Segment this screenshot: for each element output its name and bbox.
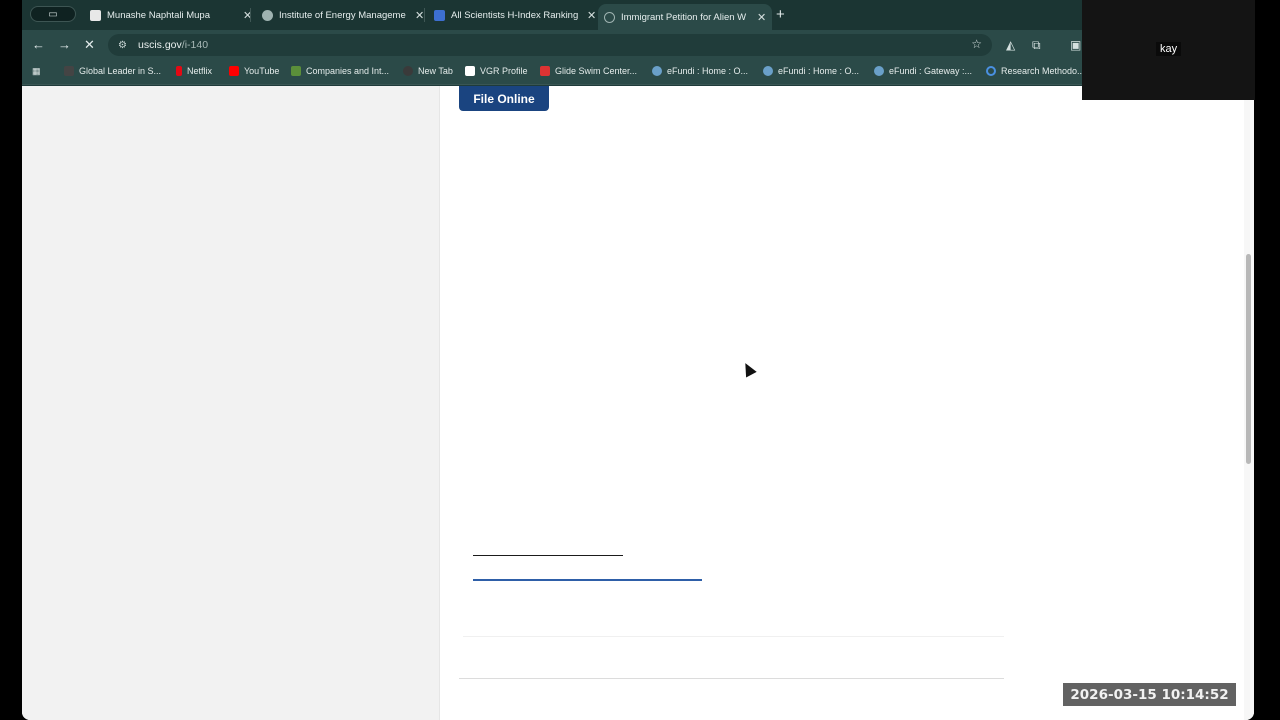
bookmark-label: eFundi : Home : O... [667,66,749,76]
bookmark-label: Companies and Int... [306,66,390,76]
divider [463,636,1004,637]
bookmark-favicon-icon [652,66,662,76]
scrollbar-thumb[interactable] [1246,254,1251,464]
tab-title: Munashe Naphtali Mupa [107,9,210,21]
bookmark-favicon-icon [465,66,475,76]
site-info-icon[interactable]: ⚙ [118,40,132,51]
file-online-button[interactable]: File Online [459,86,549,111]
tab-close-icon[interactable]: ✕ [757,11,766,24]
tab-globe-icon [262,9,273,21]
bookmark-label: New Tab [418,66,453,76]
puzzle-icon[interactable]: ⧉ [1032,38,1046,52]
bookmark-7[interactable]: eFundi : Home : O... [652,66,748,76]
tab-title: Immigrant Petition for Alien W [621,11,747,23]
tab-favicon-icon [434,9,445,21]
netflix-icon [176,66,182,76]
tab-favicon-icon [90,9,101,21]
bookmark-1[interactable]: Netflix [176,66,212,76]
bookmark-label: Research Methodo... [1001,66,1085,76]
bookmark-favicon-icon [874,66,884,76]
bookmark-label: Glide Swim Center... [555,66,638,76]
bookmark-4[interactable]: New Tab [403,66,453,76]
bookmark-label: eFundi : Gateway :... [889,66,973,76]
bookmark-2[interactable]: YouTube [229,66,279,76]
tab-divider [424,8,425,22]
plus-icon: + [776,6,785,23]
tab-0[interactable]: Munashe Naphtali Mupa ✕ [84,4,258,26]
bookmark-favicon-icon [291,66,301,76]
bookmark-favicon-icon [64,66,74,76]
bookmark-6[interactable]: Glide Swim Center... [540,66,637,76]
bookmark-favicon-icon [763,66,773,76]
bookmark-label: Global Leader in S... [79,66,162,76]
apps-grid-icon[interactable]: ▦ [32,66,41,77]
close-icon: ✕ [84,37,95,52]
arrow-left-icon: ← [32,37,45,52]
bookmark-10[interactable]: Research Methodo... [986,66,1085,76]
tab-close-icon[interactable]: ✕ [415,9,424,22]
recording-timestamp: 2026-03-15 10:14:52 [1063,683,1236,706]
tab-3-active[interactable]: Immigrant Petition for Alien W ✕ [598,4,773,30]
left-sidebar [22,86,440,720]
bookmark-label: eFundi : Home : O... [778,66,860,76]
bookmark-9[interactable]: eFundi : Gateway :... [874,66,972,76]
bookmark-favicon-icon [540,66,550,76]
stop-button[interactable]: ✕ [84,37,95,53]
tab-divider [250,8,251,22]
bookmark-label: VGR Profile [480,66,528,76]
bookmark-0[interactable]: Global Leader in S... [64,66,161,76]
bookmark-favicon-icon [986,66,996,76]
tab-strip: ▭ Munashe Naphtali Mupa ✕ Institute of E… [22,0,1254,30]
link-underline[interactable] [473,555,623,556]
new-tab-button[interactable]: + [776,6,785,23]
tab-search-button[interactable]: ▭ [30,6,76,22]
bookmark-5[interactable]: VGR Profile [465,66,528,76]
arrow-right-icon: → [58,37,71,52]
bookmark-star-icon[interactable]: ☆ [971,37,982,51]
address-bar[interactable]: ⚙ uscis.gov/i-140 ☆ [108,34,992,56]
url-path: /i-140 [181,39,209,51]
extension-icon[interactable]: ◭ [1006,38,1020,52]
page-content: File Online [22,86,1254,720]
screen: ▭ Munashe Naphtali Mupa ✕ Institute of E… [0,0,1280,720]
tab-title: All Scientists H-Index Ranking [451,9,579,21]
divider [459,678,1004,679]
bookmark-3[interactable]: Companies and Int... [291,66,389,76]
bookmark-label: YouTube [244,66,280,76]
youtube-icon [229,66,239,76]
tab-search-icon: ▭ [48,8,58,20]
bookmark-label: Netflix [187,66,213,76]
browser-window: ▭ Munashe Naphtali Mupa ✕ Institute of E… [22,0,1254,720]
tab-loading-icon [604,11,615,23]
tab-2[interactable]: All Scientists H-Index Ranking ✕ [428,4,602,26]
tab-title: Institute of Energy Manageme [279,9,406,21]
bookmarks-bar: ▦ Global Leader in S... Netflix YouTube … [22,60,1254,85]
link-underline[interactable] [473,579,702,581]
address-url[interactable]: uscis.gov/i-140 [138,39,208,51]
toolbar: ← → ✕ ⚙ uscis.gov/i-140 ☆ ◭ ⧉ ▣ [22,30,1254,60]
url-host: uscis.gov [138,39,182,51]
bookmark-8[interactable]: eFundi : Home : O... [763,66,859,76]
webcam-name-label: kay [1156,42,1182,56]
forward-button[interactable]: → [58,37,71,52]
tab-close-icon[interactable]: ✕ [587,9,596,22]
bookmark-favicon-icon [403,66,413,76]
back-button[interactable]: ← [32,37,45,52]
tab-1[interactable]: Institute of Energy Manageme ✕ [256,4,430,26]
